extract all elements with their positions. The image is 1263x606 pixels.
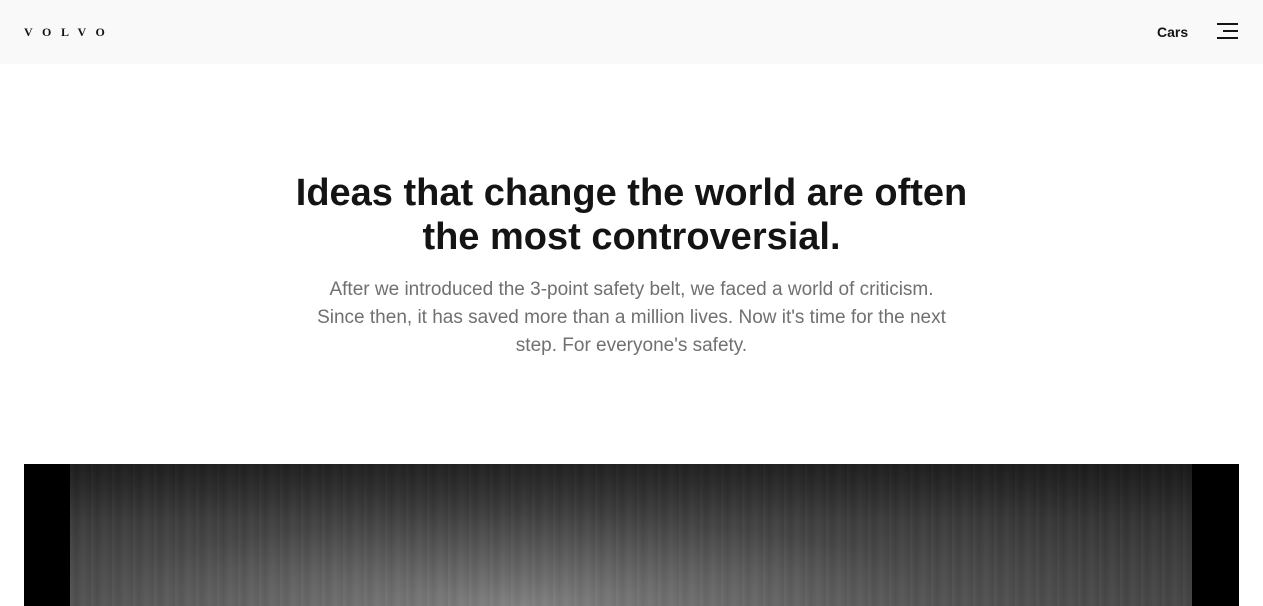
video-frame [70,464,1192,606]
volvo-logo[interactable]: VOLVO [24,25,114,39]
hero-video[interactable] [24,464,1239,606]
menu-line [1223,30,1238,32]
hero-title: Ideas that change the world are often th… [295,172,968,258]
top-navigation-bar: VOLVO Cars [0,0,1263,64]
menu-line [1217,23,1238,25]
hamburger-menu-icon[interactable] [1217,22,1238,40]
cars-nav-link[interactable]: Cars [1157,24,1188,40]
hero-description: After we introduced the 3-point safety b… [317,279,946,356]
menu-line [1217,37,1238,39]
